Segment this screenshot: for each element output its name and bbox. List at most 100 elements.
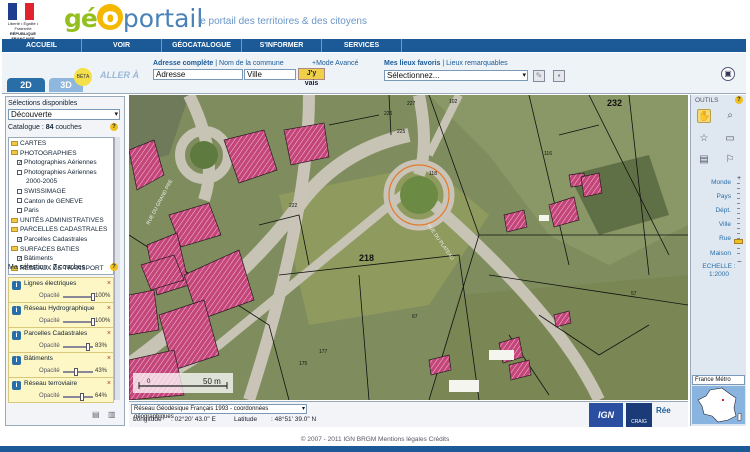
tree-layer[interactable]: 2000-2005 bbox=[26, 178, 57, 185]
trash-icon[interactable]: ▥ bbox=[108, 410, 116, 419]
lieux-remarquables-link[interactable]: Lieux remarquables bbox=[446, 60, 507, 67]
adresse-complete-link[interactable]: Adresse complète bbox=[153, 60, 213, 67]
opacity-slider[interactable] bbox=[63, 371, 93, 373]
minimap-select[interactable]: France Métro bbox=[692, 375, 745, 385]
layer-checkbox[interactable]: ✓ bbox=[17, 255, 22, 261]
tree-layer[interactable]: Canton de GENEVE bbox=[17, 198, 83, 205]
tree-layer[interactable]: ✓ Photographies Aériennes bbox=[17, 159, 97, 166]
delete-favorite-icon[interactable]: ▪ bbox=[553, 70, 565, 82]
opacity-slider[interactable] bbox=[63, 296, 93, 298]
nav-accueil[interactable]: ACCUEIL bbox=[2, 39, 82, 52]
tree-folder[interactable]: SURFACES BATIES bbox=[11, 246, 79, 253]
zoom-level-dept[interactable]: Dépt. bbox=[695, 207, 731, 214]
fullscreen-icon[interactable]: ▣ bbox=[721, 67, 735, 81]
favoris-select[interactable]: Sélectionnez... ▾ bbox=[384, 70, 528, 81]
edit-favorite-icon[interactable]: ✎ bbox=[533, 70, 545, 82]
tagline: le portail des territoires & des citoyen… bbox=[198, 16, 367, 27]
selected-layer[interactable]: i Réseau terroviaire × Opacité 64% bbox=[8, 377, 114, 403]
tree-folder[interactable]: PARCELLES CADASTRALES bbox=[11, 226, 107, 233]
zoom-slider-track[interactable] bbox=[737, 183, 740, 255]
info-icon[interactable]: i bbox=[12, 331, 21, 340]
tree-layer[interactable]: ✓ Bâtiments bbox=[17, 255, 53, 262]
crs-select[interactable]: Réseau Géodésique Français 1993 - coordo… bbox=[131, 404, 307, 420]
ign-logo[interactable]: IGN bbox=[589, 403, 623, 427]
parcel-label: 226 bbox=[384, 111, 393, 117]
help-icon[interactable]: ? bbox=[110, 123, 118, 131]
ville-input[interactable]: Ville bbox=[244, 69, 296, 80]
zoom-box-icon[interactable]: ⌕ bbox=[723, 109, 737, 123]
tab-2d[interactable]: 2D bbox=[7, 78, 45, 92]
opacity-value: 43% bbox=[95, 368, 108, 374]
info-icon[interactable]: i bbox=[12, 281, 21, 290]
zoom-level-rue[interactable]: Rue bbox=[695, 235, 731, 242]
geoportail-logo[interactable]: gé o portail bbox=[64, 4, 203, 34]
layer-checkbox[interactable] bbox=[17, 169, 22, 175]
layer-checkbox[interactable]: ✓ bbox=[17, 159, 22, 165]
info-icon[interactable]: i bbox=[12, 306, 21, 315]
opacity-value: 83% bbox=[95, 343, 108, 349]
nav-sinformer[interactable]: S'INFORMER bbox=[242, 39, 322, 52]
zoom-level-pays[interactable]: Pays bbox=[695, 193, 731, 200]
zoom-slider-handle[interactable] bbox=[734, 239, 743, 244]
opacity-slider-handle[interactable] bbox=[80, 393, 85, 401]
info-icon[interactable]: i bbox=[12, 381, 21, 390]
nav-services[interactable]: SERVICES bbox=[322, 39, 402, 52]
folder-icon[interactable]: ▭ bbox=[723, 132, 737, 146]
craig-logo[interactable]: CRAIG bbox=[626, 403, 652, 427]
tree-label: PARCELLES CADASTRALES bbox=[20, 226, 108, 234]
map-view[interactable]: 0 50 m 232 218 222 116 225 226 227 118 1… bbox=[129, 95, 688, 400]
mode-avance-link[interactable]: +Mode Avancé bbox=[312, 60, 358, 67]
selected-layer[interactable]: i Parcelles Cadastrales × Opacité 83% bbox=[8, 327, 114, 353]
help-icon[interactable]: ? bbox=[110, 263, 118, 271]
selected-layer[interactable]: i Réseau Hydrographique × Opacité 100% bbox=[8, 302, 114, 328]
help-icon[interactable]: ? bbox=[735, 96, 743, 104]
opacity-slider-handle[interactable] bbox=[73, 368, 78, 376]
zoom-level-monde[interactable]: Monde bbox=[695, 179, 731, 186]
france-minimap[interactable] bbox=[692, 386, 745, 424]
tree-layer[interactable]: Paris bbox=[17, 207, 39, 214]
remove-layer-icon[interactable]: × bbox=[107, 330, 111, 337]
pan-hand-icon[interactable]: ✋ bbox=[697, 109, 711, 123]
opacity-slider[interactable] bbox=[63, 321, 93, 323]
save-icon[interactable]: ▤ bbox=[92, 410, 100, 419]
zoom-level-maison[interactable]: Maison bbox=[695, 250, 731, 257]
tree-layer[interactable]: ✓ Parcelles Cadastrales bbox=[17, 236, 87, 243]
tree-layer[interactable]: SWISSIMAGE bbox=[17, 188, 66, 195]
tree-layer[interactable]: Photographies Aériennes bbox=[17, 169, 97, 176]
parcel-label: 177 bbox=[319, 349, 328, 355]
layers-scrollbar[interactable] bbox=[114, 274, 120, 400]
nav-voir[interactable]: VOIR bbox=[82, 39, 162, 52]
selected-layer[interactable]: i Lignes électriques × Opacité 100% bbox=[8, 277, 114, 303]
layer-checkbox[interactable] bbox=[17, 198, 22, 204]
tree-scrollbar[interactable] bbox=[114, 137, 120, 275]
measure-icon[interactable]: ⚐ bbox=[723, 153, 737, 167]
tree-folder[interactable]: CARTES bbox=[11, 140, 46, 147]
remove-layer-icon[interactable]: × bbox=[107, 380, 111, 387]
zoom-plus-icon[interactable]: + bbox=[737, 175, 741, 182]
ree-logo[interactable]: Rée bbox=[656, 406, 684, 424]
jyvais-button[interactable]: J'y vais bbox=[298, 68, 325, 87]
remove-layer-icon[interactable]: × bbox=[107, 305, 111, 312]
remove-layer-icon[interactable]: × bbox=[107, 355, 111, 362]
selections-select[interactable]: Découverte ▾ bbox=[8, 109, 120, 120]
ma-selection-prefix: Ma sélection : bbox=[8, 264, 54, 271]
favorite-star-icon[interactable]: ☆ bbox=[697, 132, 711, 146]
remove-layer-icon[interactable]: × bbox=[107, 280, 111, 287]
parcel-label: 102 bbox=[449, 99, 458, 105]
info-icon[interactable]: i bbox=[12, 356, 21, 365]
selected-layer[interactable]: i Bâtiments × Opacité 43% bbox=[8, 352, 114, 378]
layer-checkbox[interactable] bbox=[17, 207, 22, 213]
layer-checkbox[interactable] bbox=[17, 188, 22, 194]
zoom-level-ville[interactable]: Ville bbox=[695, 221, 731, 228]
print-icon[interactable]: ▤ bbox=[697, 153, 711, 167]
opacity-slider-handle[interactable] bbox=[85, 343, 90, 351]
favoris-link[interactable]: Mes lieux favoris bbox=[384, 60, 440, 67]
layer-checkbox[interactable]: ✓ bbox=[17, 236, 22, 242]
tree-folder[interactable]: UNITÉS ADMINISTRATIVES bbox=[11, 217, 104, 224]
nom-commune-link[interactable]: Nom de la commune bbox=[219, 60, 284, 67]
adresse-input[interactable]: Adresse bbox=[153, 69, 243, 80]
nav-geocatalogue[interactable]: GÉOCATALOGUE bbox=[162, 39, 242, 52]
footer[interactable]: © 2007 - 2011 IGN BRGM Mentions légales … bbox=[0, 436, 750, 443]
opacity-slider[interactable] bbox=[63, 396, 93, 398]
tree-folder[interactable]: PHOTOGRAPHIES bbox=[11, 150, 77, 157]
